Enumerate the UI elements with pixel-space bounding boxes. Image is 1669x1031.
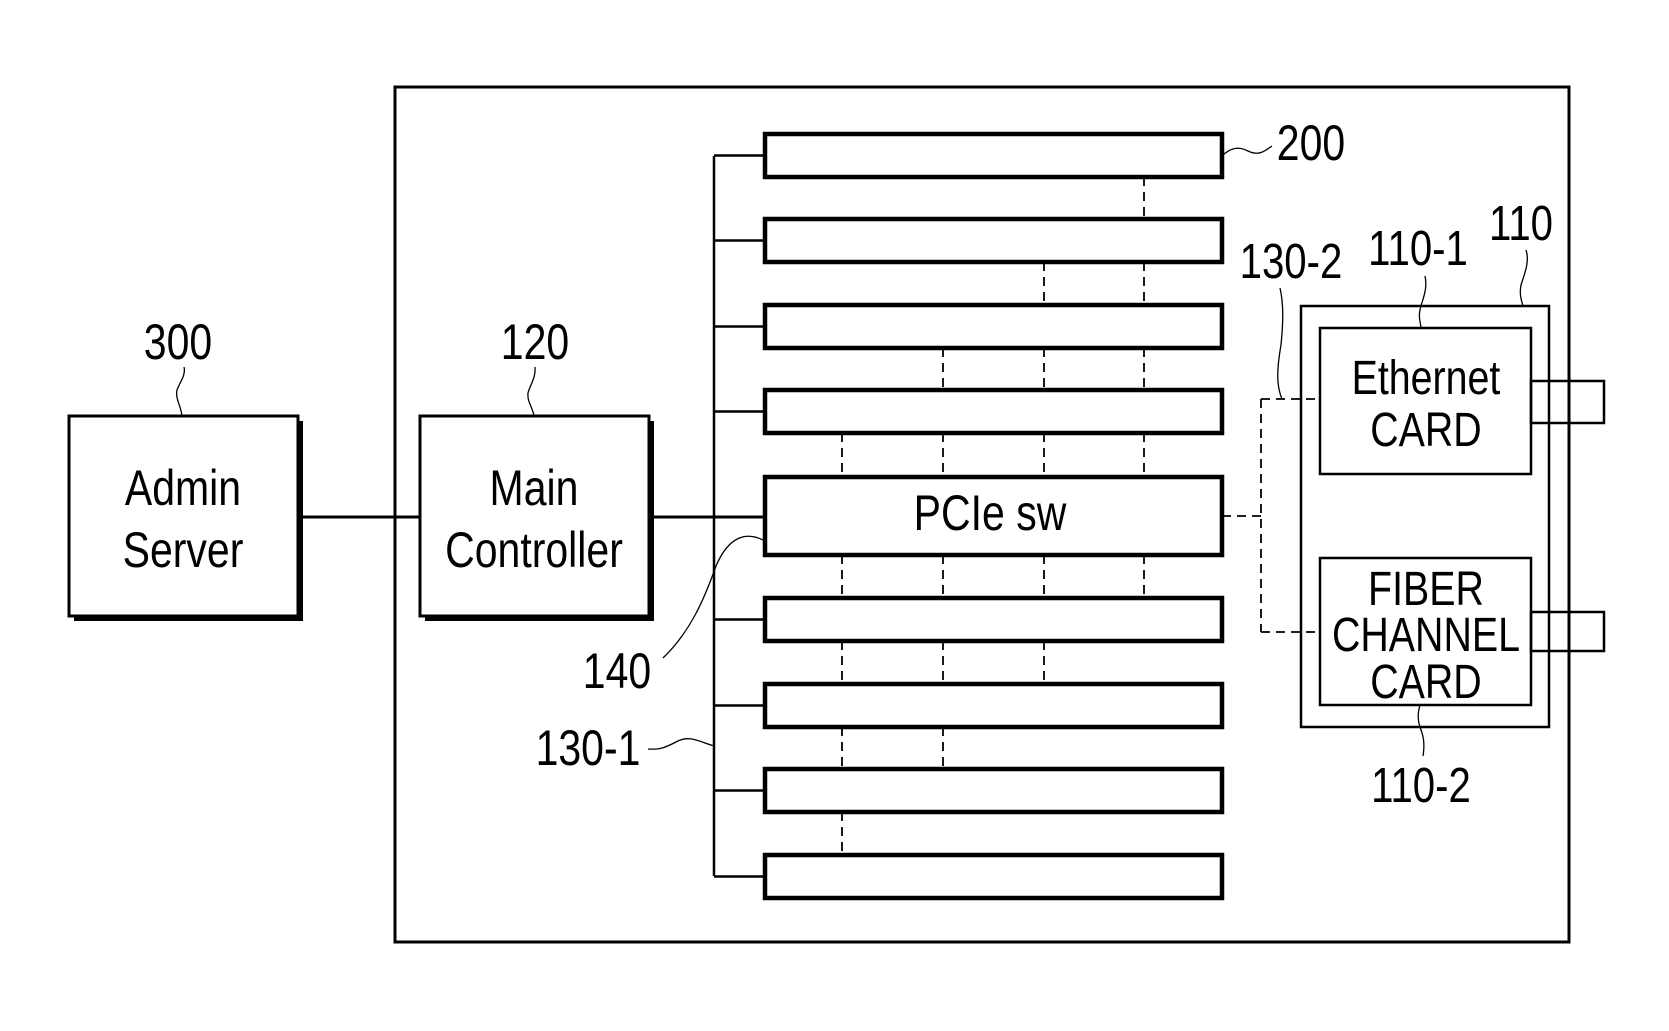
leader-110: [1519, 249, 1528, 307]
storage-slot-8: [762, 852, 1225, 901]
ref-label-130-2: 130-2: [1240, 234, 1343, 289]
ref-label-130-1: 130-1: [536, 720, 641, 776]
leader-130-2: [1277, 287, 1284, 400]
ethernet-card-label-line2: CARD: [1370, 403, 1481, 457]
storage-slot-7: [762, 766, 1225, 815]
leader-200: [1221, 145, 1273, 157]
leader-130-1: [647, 738, 715, 750]
fiber-card-label-line2: CHANNEL: [1332, 608, 1520, 662]
main-controller-label-line2: Controller: [445, 522, 623, 578]
main-controller-label-line1: Main: [490, 460, 579, 516]
ref-label-200: 200: [1277, 115, 1345, 171]
storage-slot-1: [762, 131, 1225, 180]
main-controller-box: [418, 414, 651, 618]
fiber-card-label-line3: CARD: [1370, 655, 1481, 709]
main-controller-block: Main Controller: [418, 414, 654, 621]
external-bus-130-2: [1222, 398, 1320, 633]
ref-label-110: 110: [1489, 196, 1553, 251]
storage-slot-4: [762, 387, 1225, 436]
ethernet-card: Ethernet CARD: [1318, 326, 1606, 476]
admin-server-label-line1: Admin: [125, 460, 241, 516]
ref-label-110-1: 110-1: [1368, 221, 1468, 276]
ref-label-140: 140: [583, 643, 651, 699]
admin-server-box: [67, 414, 300, 618]
admin-server-block: Admin Server: [67, 414, 303, 621]
leader-110-1: [1418, 275, 1427, 329]
ref-label-300: 300: [144, 314, 212, 370]
ref-label-120: 120: [501, 314, 569, 370]
fiber-channel-card: FIBER CHANNEL CARD: [1318, 556, 1606, 709]
storage-slot-5: [762, 595, 1225, 644]
leader-110-2: [1417, 704, 1425, 757]
system-block-diagram: Admin Server 300 Main Controller 120 PCI…: [67, 85, 1606, 944]
pcie-switch-label: PCIe sw: [914, 485, 1068, 541]
ref-label-110-2: 110-2: [1371, 758, 1471, 813]
leader-120: [527, 366, 536, 417]
storage-slot-3: [762, 302, 1225, 351]
ethernet-card-label-line1: Ethernet: [1352, 351, 1501, 405]
storage-slot-6: [762, 681, 1225, 730]
pcie-switch-block: PCIe sw: [762, 474, 1225, 558]
interface-module-110: Ethernet CARD FIBER CHANNEL CARD: [1299, 304, 1606, 729]
admin-server-label-line2: Server: [123, 522, 244, 578]
leader-300: [175, 366, 186, 417]
storage-slot-2: [762, 216, 1225, 265]
